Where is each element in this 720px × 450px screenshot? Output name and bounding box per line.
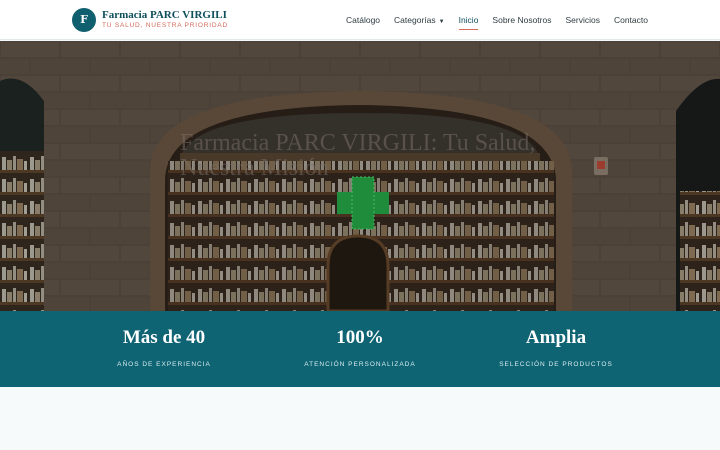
main-nav: Catálogo Categorías ▼ Inicio Sobre Nosotr… bbox=[346, 12, 648, 30]
site-header: F Farmacia PARC VIRGILI Tu salud, nuestr… bbox=[0, 0, 720, 40]
hero-banner: Farmacia PARC VIRGILI: Tu Salud, Nuestra… bbox=[0, 41, 720, 311]
stats-band: Más de 40 Años de experiencia 100% Atenc… bbox=[0, 311, 720, 387]
stat-label: Años de experiencia bbox=[117, 360, 211, 368]
brand-name: Farmacia PARC VIRGILI bbox=[102, 8, 227, 21]
stat-label: Selección de productos bbox=[499, 360, 613, 368]
stat-attention: 100% Atención personalizada bbox=[262, 311, 458, 387]
nav-link-categorias[interactable]: Categorías ▼ bbox=[394, 12, 445, 28]
nav-label: Servicios bbox=[565, 14, 600, 25]
stat-experience: Más de 40 Años de experiencia bbox=[66, 311, 262, 387]
nav-link-contacto[interactable]: Contacto bbox=[614, 12, 648, 28]
stat-value: Amplia bbox=[525, 327, 587, 348]
nav-link-inicio[interactable]: Inicio bbox=[458, 12, 479, 30]
nav-label: Inicio bbox=[458, 14, 479, 25]
nav-label: Contacto bbox=[613, 14, 648, 25]
brand-text: Farmacia PARC VIRGILI Tu salud, nuestra … bbox=[102, 8, 228, 30]
nav-label: Catálogo bbox=[346, 14, 381, 25]
content-section bbox=[0, 387, 720, 450]
stat-selection: Amplia Selección de productos bbox=[458, 311, 654, 387]
nav-link-catalogo[interactable]: Catálogo bbox=[346, 12, 380, 28]
nav-label: Sobre Nosotros bbox=[492, 14, 552, 25]
logo-badge: F bbox=[72, 7, 96, 32]
stat-label: Atención personalizada bbox=[304, 360, 416, 368]
hero-title: Farmacia PARC VIRGILI: Tu Salud, Nuestra… bbox=[180, 130, 536, 182]
nav-label: Categorías bbox=[394, 14, 436, 25]
stat-value: 100% bbox=[336, 327, 384, 348]
nav-link-sobre-nosotros[interactable]: Sobre Nosotros bbox=[492, 12, 551, 28]
chevron-down-icon: ▼ bbox=[438, 18, 445, 25]
stat-value: Más de 40 bbox=[122, 327, 206, 348]
nav-link-servicios[interactable]: Servicios bbox=[565, 12, 599, 28]
brand-logo[interactable]: F Farmacia PARC VIRGILI Tu salud, nuestr… bbox=[72, 7, 228, 32]
brand-tagline: Tu salud, nuestra prioridad bbox=[102, 21, 228, 29]
